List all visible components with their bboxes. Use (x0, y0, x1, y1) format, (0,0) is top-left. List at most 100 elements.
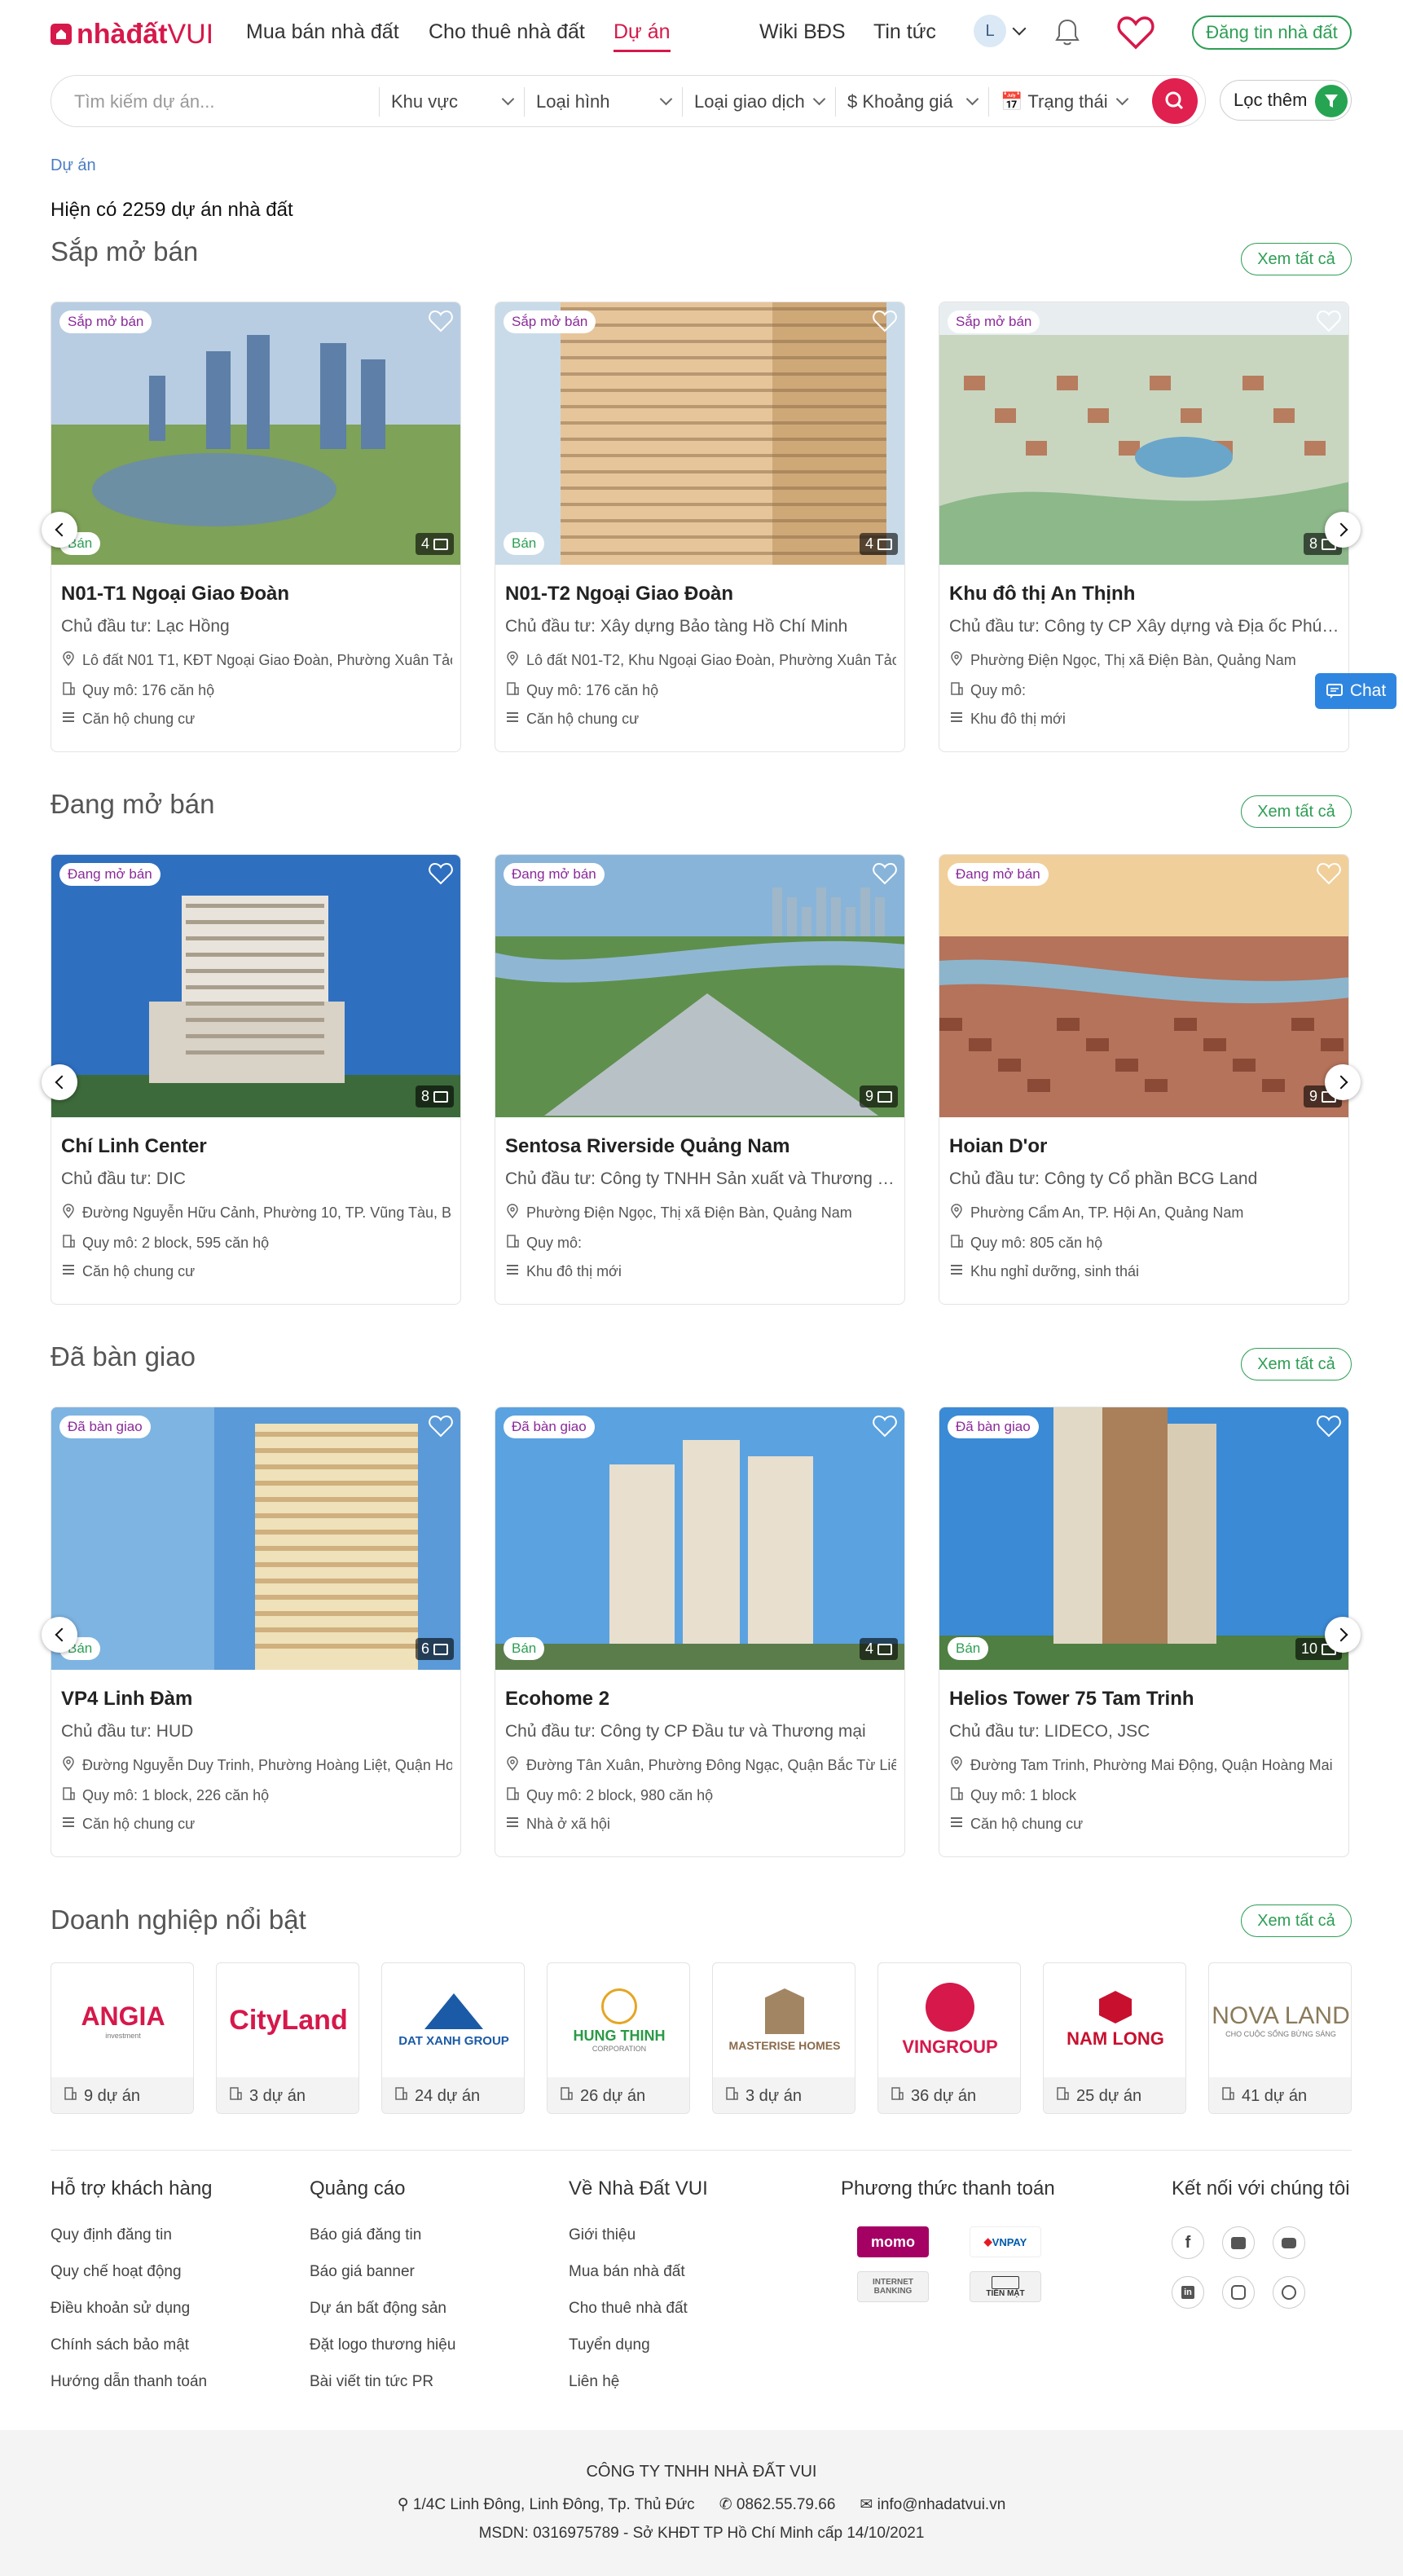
project-card[interactable]: Đang mở bán 9 Sentosa Riverside Quảng Nam C… (495, 854, 905, 1305)
project-card[interactable]: Sắp mở bán Bán 4 N01-T2 Ngoại Giao Đoàn Chủ … (495, 302, 905, 752)
company-card[interactable]: NOVA LAND CHO CUỘC SỐNG BỪNG SÁNG 41 dự án (1208, 1962, 1352, 2114)
nav-tin-tuc[interactable]: Tin tức (873, 20, 936, 52)
post-listing-button[interactable]: Đăng tin nhà đất (1192, 15, 1352, 50)
project-card[interactable]: Sắp mở bán 8 Khu đô thị An Thịnh Chủ đầu tư… (939, 302, 1349, 752)
search-button[interactable] (1152, 78, 1198, 124)
project-investor: Chủ đầu tư: Công ty CP Xây dựng và Địa ố… (949, 617, 1340, 636)
footer-link[interactable]: Quy chế hoạt động (51, 2263, 182, 2281)
pinterest-icon[interactable] (1273, 2276, 1305, 2309)
filter-loai-giao-dich[interactable]: Loại giao dịch (682, 87, 835, 117)
footer-link[interactable]: Cho thuê nhà đất (569, 2300, 688, 2318)
filter-khu-vuc[interactable]: Khu vực (379, 87, 524, 117)
favorite-heart-icon[interactable] (872, 861, 898, 886)
company-card[interactable]: CityLand 3 dự án (216, 1962, 359, 2114)
favorite-heart-icon[interactable] (428, 1414, 454, 1438)
view-all-button[interactable]: Xem tất cả (1241, 1348, 1352, 1380)
view-all-button[interactable]: Xem tất cả (1241, 243, 1352, 275)
company-card[interactable]: HUNG THINH CORPORATION 26 dự án (547, 1962, 690, 2114)
company-card[interactable]: ANGIA investment 9 dự án (51, 1962, 194, 2114)
bell-icon[interactable] (1051, 16, 1084, 49)
nav-mua-ban[interactable]: Mua bán nhà đất (246, 20, 399, 52)
nav-wiki[interactable]: Wiki BĐS (759, 20, 846, 52)
view-all-companies-button[interactable]: Xem tất cả (1241, 1904, 1352, 1937)
project-image[interactable]: Đang mở bán 9 (939, 855, 1348, 1117)
project-card[interactable]: Sắp mở bán Bán 4 N01-T1 Ngoại Giao Đoàn Chủ … (51, 302, 461, 752)
carousel-next-button[interactable] (1325, 1617, 1361, 1653)
footer-link[interactable]: Chính sách bảo mật (51, 2336, 189, 2354)
footer-link[interactable]: Hướng dẫn thanh toán (51, 2373, 207, 2391)
carousel-next-button[interactable] (1325, 1064, 1361, 1100)
company-card[interactable]: VINGROUP 36 dự án (877, 1962, 1021, 2114)
project-image[interactable]: Đang mở bán 8 (51, 855, 460, 1117)
carousel-prev-button[interactable] (42, 512, 77, 548)
company-card[interactable]: DAT XANH GROUP 24 dự án (381, 1962, 525, 2114)
carousel-prev-button[interactable] (42, 1064, 77, 1100)
project-name[interactable]: Chí Linh Center (61, 1135, 452, 1158)
footer-link[interactable]: Tuyển dụng (569, 2336, 650, 2354)
project-name[interactable]: N01-T2 Ngoại Giao Đoàn (505, 583, 896, 605)
project-image[interactable]: Đã bàn giao Bán 10 (939, 1407, 1348, 1670)
youtube-icon[interactable] (1273, 2226, 1305, 2259)
chat-button[interactable]: Chat (1315, 673, 1396, 709)
filter-khoang-gia[interactable]: $ Khoảng giá (835, 87, 988, 117)
project-investor: Chủ đầu tư: DIC (61, 1169, 186, 1188)
project-image[interactable]: Đã bàn giao Bán 6 (51, 1407, 460, 1670)
footer-link[interactable]: Quy định đăng tin (51, 2226, 172, 2244)
project-name[interactable]: Sentosa Riverside Quảng Nam (505, 1135, 896, 1158)
carousel-prev-button[interactable] (42, 1617, 77, 1653)
project-image[interactable]: Đã bàn giao Bán 4 (495, 1407, 904, 1670)
project-image[interactable]: Đang mở bán 9 (495, 855, 904, 1117)
footer-link[interactable]: Điều khoản sử dụng (51, 2300, 190, 2318)
favorite-heart-icon[interactable] (428, 861, 454, 886)
company-card[interactable]: NAM LONG 25 dự án (1043, 1962, 1186, 2114)
footer-link[interactable]: Dự án bất động sản (310, 2300, 446, 2318)
company-card[interactable]: MASTERISE HOMES 3 dự án (712, 1962, 855, 2114)
project-card[interactable]: Đã bàn giao Bán 4 Ecohome 2 Chủ đầu tư: Công… (495, 1407, 905, 1857)
carousel-next-button[interactable] (1325, 512, 1361, 548)
site-logo[interactable]: nhàđấtVUI (51, 18, 213, 51)
filter-loai-hinh[interactable]: Loại hình (524, 87, 682, 117)
project-card[interactable]: Đã bàn giao Bán 6 VP4 Linh Đàm Chủ đầu tư: H… (51, 1407, 461, 1857)
nav-cho-thue[interactable]: Cho thuê nhà đất (429, 20, 585, 52)
favorite-heart-icon[interactable] (872, 1414, 898, 1438)
favorite-heart-icon[interactable] (1316, 861, 1342, 886)
instagram-icon[interactable] (1222, 2276, 1255, 2309)
filter-trang-thai[interactable]: 📅 Trạng thái (988, 87, 1138, 117)
footer-link[interactable]: Mua bán nhà đất (569, 2263, 685, 2281)
favorite-heart-icon[interactable] (1316, 1414, 1342, 1438)
footer-link[interactable]: Báo giá đăng tin (310, 2226, 421, 2244)
project-card[interactable]: Đang mở bán 8 Chí Linh Center Chủ đầu tư: D… (51, 854, 461, 1305)
status-badge: Sắp mở bán (59, 310, 152, 333)
more-filter-button[interactable]: Lọc thêm (1220, 80, 1352, 121)
search-input[interactable] (74, 87, 400, 117)
project-name[interactable]: Khu đô thị An Thịnh (949, 583, 1340, 605)
view-all-button[interactable]: Xem tất cả (1241, 795, 1352, 828)
favorite-heart-icon[interactable] (1316, 309, 1342, 333)
project-image[interactable]: Sắp mở bán 8 (939, 302, 1348, 565)
favorite-heart-icon[interactable] (428, 309, 454, 333)
project-name[interactable]: VP4 Linh Đàm (61, 1688, 452, 1711)
project-name[interactable]: N01-T1 Ngoại Giao Đoàn (61, 583, 452, 605)
breadcrumb[interactable]: Dự án (51, 156, 96, 175)
footer-link[interactable]: Bài viết tin tức PR (310, 2373, 433, 2391)
project-image[interactable]: Sắp mở bán Bán 4 (51, 302, 460, 565)
favorite-heart-icon[interactable] (872, 309, 898, 333)
footer-link[interactable]: Giới thiệu (569, 2226, 636, 2244)
project-image[interactable]: Sắp mở bán Bán 4 (495, 302, 904, 565)
project-card[interactable]: Đã bàn giao Bán 10 Helios Tower 75 Tam Trin… (939, 1407, 1349, 1857)
user-menu[interactable]: L (974, 15, 1027, 47)
project-name[interactable]: Ecohome 2 (505, 1688, 896, 1711)
heart-icon[interactable] (1116, 15, 1155, 51)
twitter-icon[interactable] (1222, 2226, 1255, 2259)
footer-link[interactable]: Liên hệ (569, 2373, 619, 2391)
project-name[interactable]: Hoian D'or (949, 1135, 1340, 1158)
footer-link[interactable]: Báo giá banner (310, 2263, 415, 2281)
status-badge: Đã bàn giao (948, 1416, 1039, 1438)
image-icon (433, 1090, 448, 1103)
linkedin-icon[interactable]: in (1172, 2276, 1204, 2309)
footer-link[interactable]: Đặt logo thương hiệu (310, 2336, 455, 2354)
facebook-icon[interactable]: f (1172, 2226, 1204, 2259)
project-card[interactable]: Đang mở bán 9 Hoian D'or Chủ đầu tư: Công t… (939, 854, 1349, 1305)
nav-du-an[interactable]: Dự án (614, 20, 671, 52)
project-name[interactable]: Helios Tower 75 Tam Trinh (949, 1688, 1340, 1711)
